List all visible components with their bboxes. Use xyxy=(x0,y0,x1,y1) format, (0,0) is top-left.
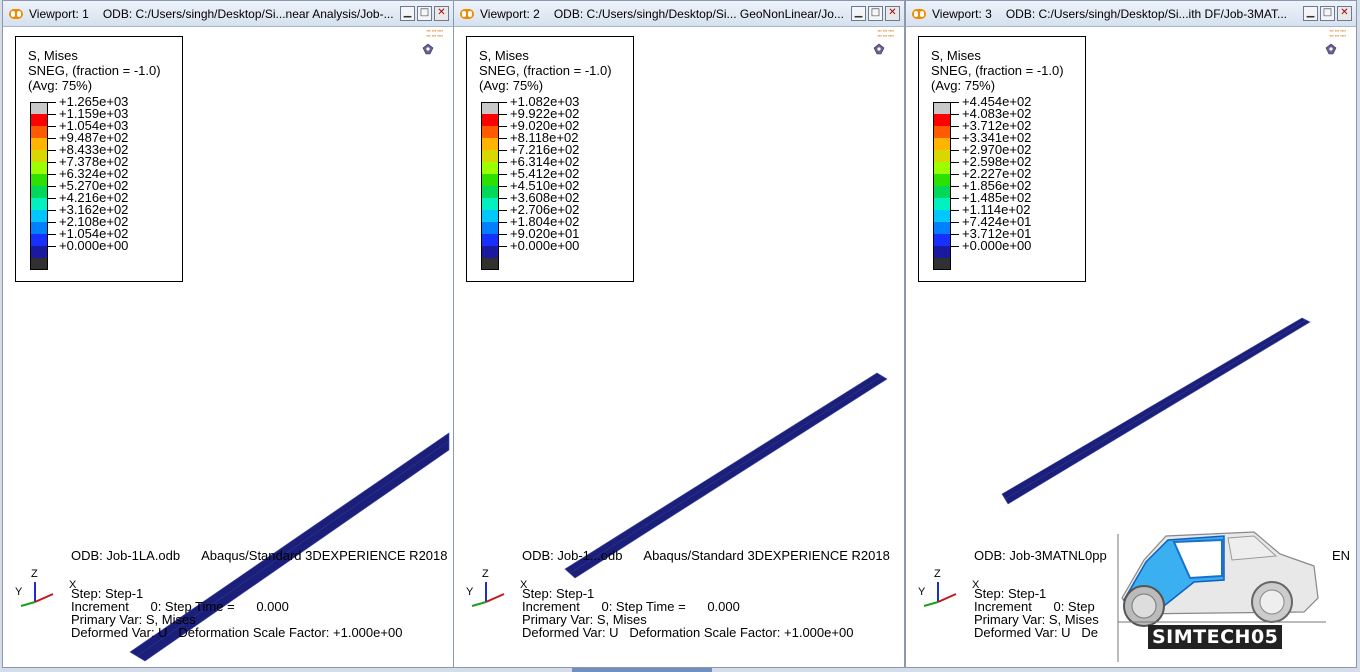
axis-x-label: X xyxy=(69,579,77,591)
odb-path: ODB: C:/Users/singh/Desktop/Si...ith DF/… xyxy=(1005,6,1288,21)
viewport-2[interactable]: Viewport: 2 ODB: C:/Users/singh/Desktop/… xyxy=(453,0,905,668)
viewport-title: Viewport: 2 xyxy=(480,6,540,21)
deformed-var-line: Deformed Var: U Deformation Scale Factor… xyxy=(522,625,854,640)
axis-z-label: Z xyxy=(934,568,941,580)
viewport-titlebar[interactable]: Viewport: 3 ODB: C:/Users/singh/Desktop/… xyxy=(906,1,1356,27)
viewport-canvas[interactable]: S, Mises SNEG, (fraction = -1.0) (Avg: 7… xyxy=(3,28,453,667)
coordinate-triad: Z Y X xyxy=(464,568,528,618)
odb-path: ODB: C:/Users/singh/Desktop/Si... GeoNon… xyxy=(553,6,844,21)
coordinate-triad: Z Y X xyxy=(916,568,980,618)
odb-info-line: ODB: Job-1LA.odb Abaqus/Standard 3DEXPER… xyxy=(71,548,448,563)
viewport-titlebar[interactable]: Viewport: 2 ODB: C:/Users/singh/Desktop/… xyxy=(454,1,904,27)
maximize-button[interactable]: □ xyxy=(868,6,883,21)
axis-z-label: Z xyxy=(482,568,489,580)
minimize-button[interactable]: ▁ xyxy=(851,6,866,21)
axis-y-label: Y xyxy=(918,586,926,598)
close-button[interactable]: ✕ xyxy=(1337,6,1352,21)
axis-x-label: X xyxy=(520,579,528,591)
abaqus-viewport-icon xyxy=(9,8,23,19)
viewport-title: Viewport: 3 xyxy=(932,6,992,21)
odb-info-line: ODB: Job-3MATNL0pp xyxy=(974,548,1107,563)
deformed-var-line: Deformed Var: U De xyxy=(974,625,1099,640)
viewport-1[interactable]: Viewport: 1 ODB: C:/Users/singh/Desktop/… xyxy=(2,0,454,668)
minimize-button[interactable]: ▁ xyxy=(1303,6,1318,21)
axis-x-label: X xyxy=(972,579,980,591)
minimize-button[interactable]: ▁ xyxy=(400,6,415,21)
axis-z-label: Z xyxy=(31,568,38,580)
taskbar-strip xyxy=(572,668,712,672)
abaqus-viewport-icon xyxy=(912,8,926,19)
watermark-logo-text: SIMTECH05 xyxy=(1148,625,1283,649)
odb-info-line: ODB: Job-1...odb Abaqus/Standard 3DEXPER… xyxy=(522,548,890,563)
viewport-titlebar[interactable]: Viewport: 1 ODB: C:/Users/singh/Desktop/… xyxy=(3,1,453,27)
coordinate-triad: Z Y X xyxy=(13,568,77,618)
odb-info-line-tail: EN xyxy=(1332,548,1351,563)
close-button[interactable]: ✕ xyxy=(434,6,449,21)
axis-y-label: Y xyxy=(466,586,474,598)
abaqus-viewport-icon xyxy=(460,8,474,19)
viewport-title: Viewport: 1 xyxy=(29,6,89,21)
close-button[interactable]: ✕ xyxy=(885,6,900,21)
axis-y-label: Y xyxy=(15,586,23,598)
deformed-var-line: Deformed Var: U Deformation Scale Factor… xyxy=(71,625,403,640)
viewport-canvas[interactable]: S, Mises SNEG, (fraction = -1.0) (Avg: 7… xyxy=(454,28,904,667)
maximize-button[interactable]: □ xyxy=(1320,6,1335,21)
odb-path: ODB: C:/Users/singh/Desktop/Si...near An… xyxy=(102,6,393,21)
maximize-button[interactable]: □ xyxy=(417,6,432,21)
